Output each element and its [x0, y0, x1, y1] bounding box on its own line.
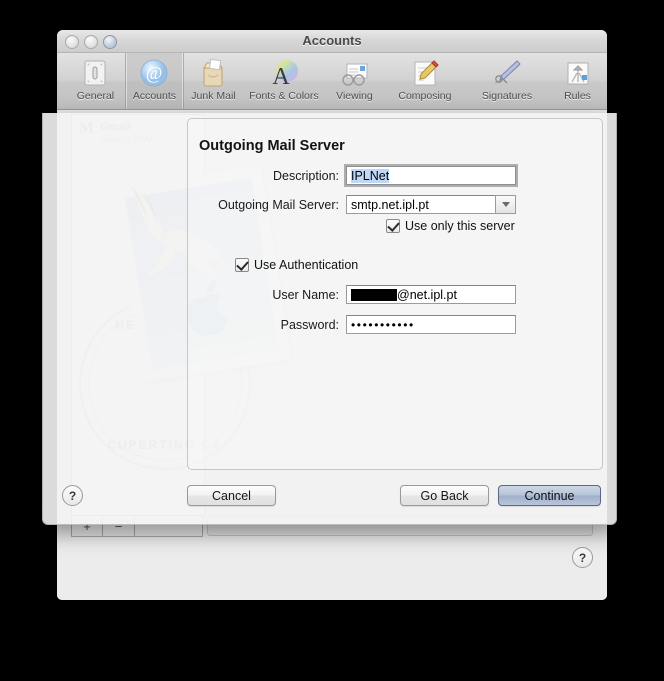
use-authentication-label: Use Authentication: [254, 258, 359, 272]
window-help-button[interactable]: ?: [572, 547, 593, 568]
svg-text:@: @: [146, 63, 163, 83]
user-name-input[interactable]: @net.ipl.pt: [346, 285, 516, 304]
toolbar-item-accounts[interactable]: @ Accounts: [124, 53, 184, 109]
password-row: Password: •••••••••••: [199, 315, 516, 334]
toolbar-label-rules: Rules: [564, 90, 591, 102]
user-name-domain: @net.ipl.pt: [397, 287, 457, 302]
svg-text:A: A: [272, 64, 290, 89]
general-toggle-icon: [84, 60, 106, 86]
sheet-body: Outgoing Mail Server Description: IPLNet…: [43, 113, 616, 471]
user-name-label: User Name:: [272, 287, 339, 302]
toolbar-label-junk-mail: Junk Mail: [191, 90, 236, 102]
toolbar-item-junk-mail[interactable]: Junk Mail: [184, 53, 243, 109]
outgoing-server-value: smtp.net.ipl.pt: [351, 197, 429, 212]
toolbar-label-viewing: Viewing: [336, 90, 373, 102]
signatures-pen-icon: [494, 60, 521, 84]
sheet-footer: ? Cancel Go Back Continue: [43, 471, 616, 523]
cancel-button[interactable]: Cancel: [187, 485, 276, 506]
outgoing-mail-server-sheet: Outgoing Mail Server Description: IPLNet…: [42, 113, 617, 525]
use-authentication-row[interactable]: Use Authentication: [235, 258, 358, 272]
fonts-colors-icon: A: [272, 60, 298, 89]
toolbar-item-rules[interactable]: Rules: [548, 53, 607, 109]
toolbar-item-general[interactable]: General: [66, 53, 125, 109]
sheet-help-button[interactable]: ?: [62, 485, 83, 506]
at-sign-icon: @: [141, 59, 168, 87]
toolbar-item-viewing[interactable]: Viewing: [325, 53, 384, 109]
password-label: Password:: [280, 317, 339, 332]
use-only-this-server-checkbox[interactable]: [386, 219, 400, 233]
outgoing-server-row: Outgoing Mail Server: smtp.net.ipl.pt: [199, 195, 516, 214]
user-name-row: User Name: @net.ipl.pt: [199, 285, 516, 304]
go-back-button[interactable]: Go Back: [400, 485, 489, 506]
use-authentication-checkbox[interactable]: [235, 258, 249, 272]
toolbar-item-signatures[interactable]: Signatures: [466, 53, 548, 109]
description-label: Description:: [273, 168, 339, 183]
continue-button[interactable]: Continue: [498, 485, 601, 506]
toolbar-label-signatures: Signatures: [481, 90, 533, 102]
description-value: IPLNet: [351, 168, 390, 183]
chevron-down-icon: [501, 202, 510, 207]
password-value: •••••••••••: [351, 317, 415, 332]
outgoing-server-label: Outgoing Mail Server:: [218, 197, 339, 212]
rules-arrows-icon: [567, 62, 588, 85]
use-only-this-server-label: Use only this server: [405, 219, 515, 233]
window-title: Accounts: [302, 33, 362, 48]
outgoing-server-input[interactable]: smtp.net.ipl.pt: [346, 195, 495, 214]
toolbar-item-composing[interactable]: Composing: [384, 53, 466, 109]
toolbar-label-composing: Composing: [398, 90, 452, 102]
use-only-this-server-row[interactable]: Use only this server: [386, 219, 515, 233]
toolbar-label-general: General: [76, 90, 115, 102]
toolbar-item-fonts-colors[interactable]: A Fonts & Colors: [243, 53, 325, 109]
description-input[interactable]: IPLNet: [346, 166, 516, 185]
sheet-title: Outgoing Mail Server: [199, 138, 345, 154]
redacted-username-block: [351, 288, 397, 301]
description-row: Description: IPLNet: [199, 166, 516, 185]
outgoing-server-dropdown-button[interactable]: [495, 195, 516, 214]
junk-mail-bag-icon: [203, 58, 224, 87]
password-input[interactable]: •••••••••••: [346, 315, 516, 334]
title-bar[interactable]: Accounts: [57, 30, 607, 53]
preferences-toolbar: General @ Accounts Junk Mail A Fonts & C…: [57, 53, 607, 110]
toolbar-label-fonts-colors: Fonts & Colors: [249, 90, 319, 102]
toolbar-label-accounts: Accounts: [132, 90, 177, 102]
composing-pencil-icon: [414, 60, 439, 86]
viewing-glasses-icon: [342, 63, 368, 86]
outgoing-server-combobox[interactable]: smtp.net.ipl.pt: [346, 195, 516, 214]
